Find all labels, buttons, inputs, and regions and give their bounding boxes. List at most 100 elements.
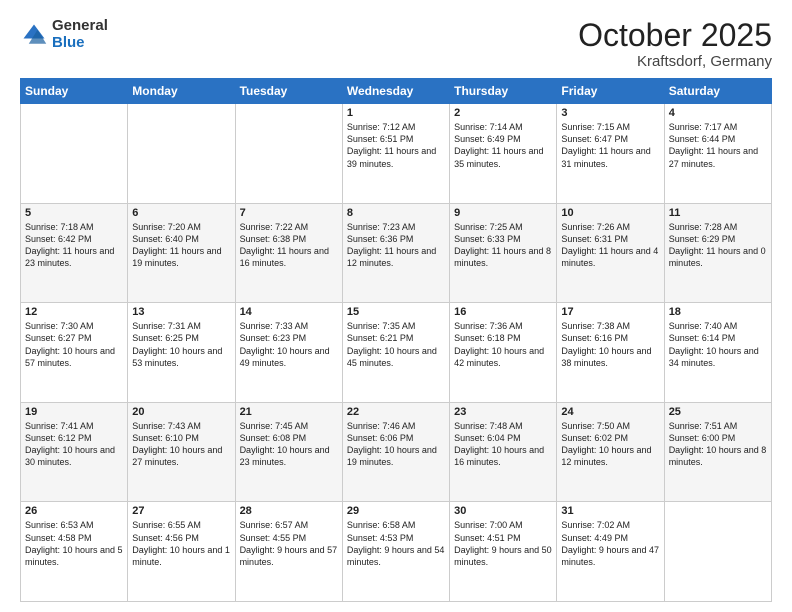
col-saturday: Saturday	[664, 79, 771, 104]
day-number: 2	[454, 107, 552, 119]
day-number: 4	[669, 107, 767, 119]
day-number: 14	[240, 306, 338, 318]
day-number: 24	[561, 406, 659, 418]
cell-info: Sunrise: 6:53 AMSunset: 4:58 PMDaylight:…	[25, 519, 123, 568]
calendar-cell: 9 Sunrise: 7:25 AMSunset: 6:33 PMDaylight…	[450, 203, 557, 303]
col-monday: Monday	[128, 79, 235, 104]
cell-info: Sunrise: 7:15 AMSunset: 6:47 PMDaylight:…	[561, 121, 659, 170]
day-number: 5	[25, 207, 123, 219]
day-number: 29	[347, 505, 445, 517]
top-section: General Blue October 2025 Kraftsdorf, Ge…	[20, 18, 772, 70]
day-number: 15	[347, 306, 445, 318]
day-number: 8	[347, 207, 445, 219]
calendar-cell: 18 Sunrise: 7:40 AMSunset: 6:14 PMDayligh…	[664, 303, 771, 403]
calendar-cell: 6Sunrise: 7:20 AMSunset: 6:40 PMDaylight…	[128, 203, 235, 303]
day-number: 6	[132, 207, 230, 219]
cell-info: Sunrise: 7:30 AMSunset: 6:27 PMDaylight:…	[25, 320, 123, 369]
calendar-cell: 15 Sunrise: 7:35 AMSunset: 6:21 PMDayligh…	[342, 303, 449, 403]
calendar-cell: 28 Sunrise: 6:57 AMSunset: 4:55 PMDayligh…	[235, 502, 342, 602]
cell-info: Sunrise: 7:45 AMSunset: 6:08 PMDaylight:…	[240, 420, 338, 469]
calendar-cell: 26Sunrise: 6:53 AMSunset: 4:58 PMDayligh…	[21, 502, 128, 602]
calendar-week-3: 19 Sunrise: 7:41 AMSunset: 6:12 PMDayligh…	[21, 402, 772, 502]
calendar-cell: 30 Sunrise: 7:00 AMSunset: 4:51 PMDayligh…	[450, 502, 557, 602]
calendar-table: Sunday Monday Tuesday Wednesday Thursday…	[20, 78, 772, 602]
calendar-cell: 19 Sunrise: 7:41 AMSunset: 6:12 PMDayligh…	[21, 402, 128, 502]
col-friday: Friday	[557, 79, 664, 104]
cell-info: Sunrise: 7:43 AMSunset: 6:10 PMDaylight:…	[132, 420, 230, 469]
calendar-week-4: 26Sunrise: 6:53 AMSunset: 4:58 PMDayligh…	[21, 502, 772, 602]
calendar-cell: 12 Sunrise: 7:30 AMSunset: 6:27 PMDayligh…	[21, 303, 128, 403]
calendar-cell	[664, 502, 771, 602]
calendar-cell: 22Sunrise: 7:46 AMSunset: 6:06 PMDayligh…	[342, 402, 449, 502]
day-number: 23	[454, 406, 552, 418]
cell-info: Sunrise: 7:02 AMSunset: 4:49 PMDaylight:…	[561, 519, 659, 568]
logo-text: General Blue	[52, 18, 108, 51]
day-number: 22	[347, 406, 445, 418]
day-number: 19	[25, 406, 123, 418]
calendar-cell: 24 Sunrise: 7:50 AMSunset: 6:02 PMDayligh…	[557, 402, 664, 502]
cell-info: Sunrise: 7:40 AMSunset: 6:14 PMDaylight:…	[669, 320, 767, 369]
cell-info: Sunrise: 7:22 AMSunset: 6:38 PMDaylight:…	[240, 221, 338, 270]
calendar-cell: 25Sunrise: 7:51 AMSunset: 6:00 PMDayligh…	[664, 402, 771, 502]
calendar-cell: 13Sunrise: 7:31 AMSunset: 6:25 PMDayligh…	[128, 303, 235, 403]
cell-info: Sunrise: 7:28 AMSunset: 6:29 PMDaylight:…	[669, 221, 767, 270]
day-number: 17	[561, 306, 659, 318]
calendar-cell: 8 Sunrise: 7:23 AMSunset: 6:36 PMDaylight…	[342, 203, 449, 303]
cell-info: Sunrise: 7:35 AMSunset: 6:21 PMDaylight:…	[347, 320, 445, 369]
calendar-cell: 2 Sunrise: 7:14 AMSunset: 6:49 PMDaylight…	[450, 104, 557, 204]
calendar-cell: 10 Sunrise: 7:26 AMSunset: 6:31 PMDayligh…	[557, 203, 664, 303]
day-number: 18	[669, 306, 767, 318]
day-number: 3	[561, 107, 659, 119]
logo-general: General	[52, 17, 108, 34]
cell-info: Sunrise: 7:23 AMSunset: 6:36 PMDaylight:…	[347, 221, 445, 270]
calendar-cell: 21 Sunrise: 7:45 AMSunset: 6:08 PMDayligh…	[235, 402, 342, 502]
calendar-cell: 17 Sunrise: 7:38 AMSunset: 6:16 PMDayligh…	[557, 303, 664, 403]
day-number: 20	[132, 406, 230, 418]
day-number: 27	[132, 505, 230, 517]
cell-info: Sunrise: 7:48 AMSunset: 6:04 PMDaylight:…	[454, 420, 552, 469]
page: General Blue October 2025 Kraftsdorf, Ge…	[0, 0, 792, 612]
cell-info: Sunrise: 7:26 AMSunset: 6:31 PMDaylight:…	[561, 221, 659, 270]
cell-info: Sunrise: 7:41 AMSunset: 6:12 PMDaylight:…	[25, 420, 123, 469]
calendar-cell	[21, 104, 128, 204]
calendar-cell: 16Sunrise: 7:36 AMSunset: 6:18 PMDayligh…	[450, 303, 557, 403]
cell-info: Sunrise: 7:17 AMSunset: 6:44 PMDaylight:…	[669, 121, 767, 170]
calendar-week-0: 1 Sunrise: 7:12 AMSunset: 6:51 PMDaylight…	[21, 104, 772, 204]
day-number: 31	[561, 505, 659, 517]
day-number: 1	[347, 107, 445, 119]
day-number: 21	[240, 406, 338, 418]
calendar-cell: 5Sunrise: 7:18 AMSunset: 6:42 PMDaylight…	[21, 203, 128, 303]
day-number: 16	[454, 306, 552, 318]
calendar-cell: 4 Sunrise: 7:17 AMSunset: 6:44 PMDaylight…	[664, 104, 771, 204]
day-number: 30	[454, 505, 552, 517]
month-title: October 2025	[578, 18, 772, 53]
calendar-cell: 1 Sunrise: 7:12 AMSunset: 6:51 PMDaylight…	[342, 104, 449, 204]
cell-info: Sunrise: 7:00 AMSunset: 4:51 PMDaylight:…	[454, 519, 552, 568]
cell-info: Sunrise: 7:50 AMSunset: 6:02 PMDaylight:…	[561, 420, 659, 469]
calendar-cell: 3 Sunrise: 7:15 AMSunset: 6:47 PMDaylight…	[557, 104, 664, 204]
day-number: 28	[240, 505, 338, 517]
logo: General Blue	[20, 18, 108, 51]
day-number: 10	[561, 207, 659, 219]
day-number: 9	[454, 207, 552, 219]
cell-info: Sunrise: 7:25 AMSunset: 6:33 PMDaylight:…	[454, 221, 552, 270]
cell-info: Sunrise: 7:14 AMSunset: 6:49 PMDaylight:…	[454, 121, 552, 170]
calendar-cell: 29 Sunrise: 6:58 AMSunset: 4:53 PMDayligh…	[342, 502, 449, 602]
day-number: 12	[25, 306, 123, 318]
col-wednesday: Wednesday	[342, 79, 449, 104]
calendar-cell: 31 Sunrise: 7:02 AMSunset: 4:49 PMDayligh…	[557, 502, 664, 602]
logo-blue: Blue	[52, 34, 85, 51]
cell-info: Sunrise: 7:51 AMSunset: 6:00 PMDaylight:…	[669, 420, 767, 469]
day-number: 13	[132, 306, 230, 318]
cell-info: Sunrise: 7:38 AMSunset: 6:16 PMDaylight:…	[561, 320, 659, 369]
calendar-cell: 20 Sunrise: 7:43 AMSunset: 6:10 PMDayligh…	[128, 402, 235, 502]
calendar-cell	[128, 104, 235, 204]
col-tuesday: Tuesday	[235, 79, 342, 104]
logo-icon	[20, 21, 48, 49]
col-sunday: Sunday	[21, 79, 128, 104]
cell-info: Sunrise: 6:58 AMSunset: 4:53 PMDaylight:…	[347, 519, 445, 568]
cell-info: Sunrise: 7:12 AMSunset: 6:51 PMDaylight:…	[347, 121, 445, 170]
cell-info: Sunrise: 6:57 AMSunset: 4:55 PMDaylight:…	[240, 519, 338, 568]
col-thursday: Thursday	[450, 79, 557, 104]
day-number: 11	[669, 207, 767, 219]
